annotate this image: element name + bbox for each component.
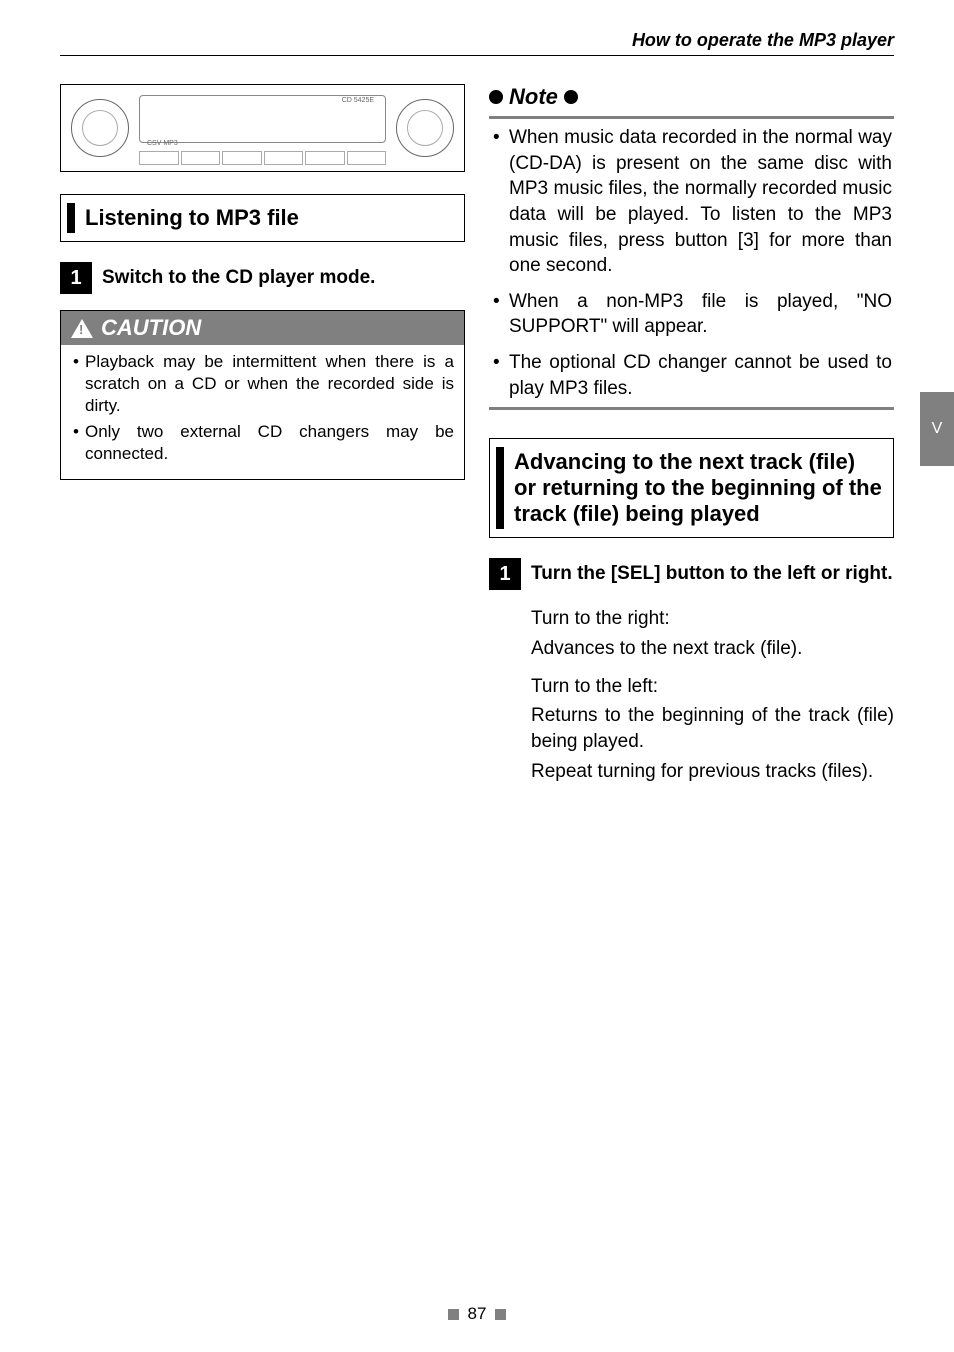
- caution-item: Playback may be intermittent when there …: [85, 351, 454, 417]
- diagram-label: CSV MP3: [147, 140, 178, 147]
- step-number-badge: 1: [60, 262, 92, 294]
- chapter-tab: V: [920, 392, 954, 466]
- page-footer: 87: [0, 1304, 954, 1324]
- section-title: Advancing to the next track (file) or re…: [496, 447, 883, 529]
- caution-item: Only two external CD changers may be con…: [85, 421, 454, 465]
- direction-desc: Returns to the beginning of the track (f…: [531, 703, 894, 754]
- note-label: Note: [509, 84, 558, 110]
- square-icon: [495, 1309, 506, 1320]
- note-header: Note: [489, 84, 894, 110]
- note-box: When music data recorded in the normal w…: [489, 116, 894, 410]
- step-detail: Turn to the right: Advances to the next …: [531, 606, 894, 784]
- left-column: CSV MP3 CD 5425E Listening to MP3 file 1…: [60, 84, 465, 788]
- square-icon: [448, 1309, 459, 1320]
- caution-body: Playback may be intermittent when there …: [61, 345, 464, 479]
- note-item: The optional CD changer cannot be used t…: [509, 350, 892, 401]
- direction-desc: Advances to the next track (file).: [531, 636, 894, 662]
- step: 1 Turn the [SEL] button to the left or r…: [489, 558, 894, 590]
- page-number: 87: [468, 1304, 487, 1323]
- right-dial-icon: [396, 99, 454, 157]
- direction-label: Turn to the right:: [531, 606, 894, 632]
- caution-header: CAUTION: [61, 311, 464, 345]
- product-diagram: CSV MP3 CD 5425E: [60, 84, 465, 172]
- page-header: How to operate the MP3 player: [60, 30, 894, 56]
- section-header: Advancing to the next track (file) or re…: [489, 438, 894, 538]
- warning-triangle-icon: [71, 319, 93, 338]
- direction-desc: Repeat turning for previous tracks (file…: [531, 759, 894, 785]
- step-number-badge: 1: [489, 558, 521, 590]
- section-header: Listening to MP3 file: [60, 194, 465, 242]
- left-dial-icon: [71, 99, 129, 157]
- note-item: When a non-MP3 file is played, "NO SUPPO…: [509, 289, 892, 340]
- bullet-icon: [489, 90, 503, 104]
- note-item: When music data recorded in the normal w…: [509, 125, 892, 279]
- bullet-icon: [564, 90, 578, 104]
- section-title: Listening to MP3 file: [67, 203, 454, 233]
- button-row-icon: [139, 151, 386, 165]
- step-instruction: Turn the [SEL] button to the left or rig…: [531, 558, 893, 590]
- diagram-label: CD 5425E: [342, 97, 374, 104]
- direction-label: Turn to the left:: [531, 674, 894, 700]
- caution-label: CAUTION: [101, 315, 201, 341]
- right-column: Note When music data recorded in the nor…: [489, 84, 894, 788]
- step-instruction: Switch to the CD player mode.: [102, 262, 375, 294]
- caution-box: CAUTION Playback may be intermittent whe…: [60, 310, 465, 480]
- step: 1 Switch to the CD player mode.: [60, 262, 465, 294]
